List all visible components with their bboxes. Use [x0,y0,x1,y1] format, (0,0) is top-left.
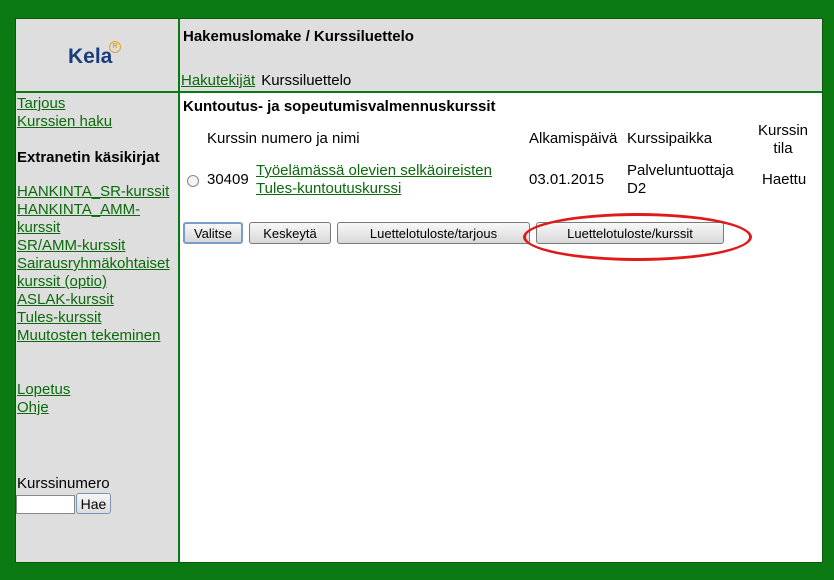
sidebar-link-tules[interactable]: Tules-kurssit [17,309,177,327]
print-courses-button[interactable]: Luettelotuloste/kurssit [536,222,724,244]
column-header-start: Alkamispäivä [529,130,618,147]
breadcrumb: Hakutekijät Kurssiluettelo [181,72,351,89]
sidebar-link-lopetus[interactable]: Lopetus [17,381,177,399]
course-radio-button[interactable] [187,175,199,187]
section-title: Kuntoutus- ja sopeutumisvalmennuskurssit [183,98,496,115]
page-frame: Kela R Tarjous Kurssien haku Extranetin … [15,18,823,563]
column-header-name: Kurssin numero ja nimi [207,130,360,147]
sidebar-link-sr-amm[interactable]: SR/AMM-kurssit [17,237,177,255]
kela-logo-mark-icon: R [109,41,121,53]
page-title: Hakemuslomake / Kurssiluettelo [183,28,414,45]
print-offer-button[interactable]: Luettelotuloste/tarjous [337,222,530,244]
sidebar-link-muutosten[interactable]: Muutosten tekeminen [17,327,177,345]
course-number-label: Kurssinumero [17,475,110,492]
breadcrumb-link-hakutekijat[interactable]: Hakutekijät [181,72,255,89]
column-header-place: Kurssipaikka [627,130,713,147]
course-place: Palveluntuottaja D2 [627,162,734,197]
logo-area: Kela R [16,19,178,93]
course-number-input[interactable] [16,495,75,514]
cancel-button[interactable]: Keskeytä [249,222,331,244]
sidebar-link-kurssien-haku[interactable]: Kurssien haku [17,113,177,131]
main-content: Kuntoutus- ja sopeutumisvalmennuskurssit… [180,93,822,562]
search-button[interactable]: Hae [76,493,111,514]
sidebar-link-aslak[interactable]: ASLAK-kurssit [17,291,177,309]
kela-logo: Kela [68,45,113,68]
course-number: 30409 [207,171,249,188]
column-header-status: Kurssin tila [757,122,809,157]
sidebar-link-ohje[interactable]: Ohje [17,399,177,417]
sidebar: Kela R Tarjous Kurssien haku Extranetin … [16,19,180,562]
course-name-link[interactable]: Työelämässä olevien selkäoireisten Tules… [256,162,516,198]
course-start-date: 03.01.2015 [529,171,605,188]
select-button[interactable]: Valitse [183,222,243,244]
sidebar-link-sairausryhma[interactable]: Sairausryhmäkohtaiset kurssit (optio) [17,255,177,291]
sidebar-link-hankinta-sr[interactable]: HANKINTA_SR-kurssit [17,183,177,201]
sidebar-link-hankinta-amm[interactable]: HANKINTA_AMM-kurssit [17,201,177,237]
sidebar-nav: Tarjous Kurssien haku Extranetin käsikir… [17,95,177,417]
sidebar-link-tarjous[interactable]: Tarjous [17,95,177,113]
course-status: Haettu [762,171,807,188]
breadcrumb-current: Kurssiluettelo [261,72,352,89]
header: Hakemuslomake / Kurssiluettelo Hakutekij… [180,19,822,93]
sidebar-heading-manuals: Extranetin käsikirjat [17,149,160,166]
